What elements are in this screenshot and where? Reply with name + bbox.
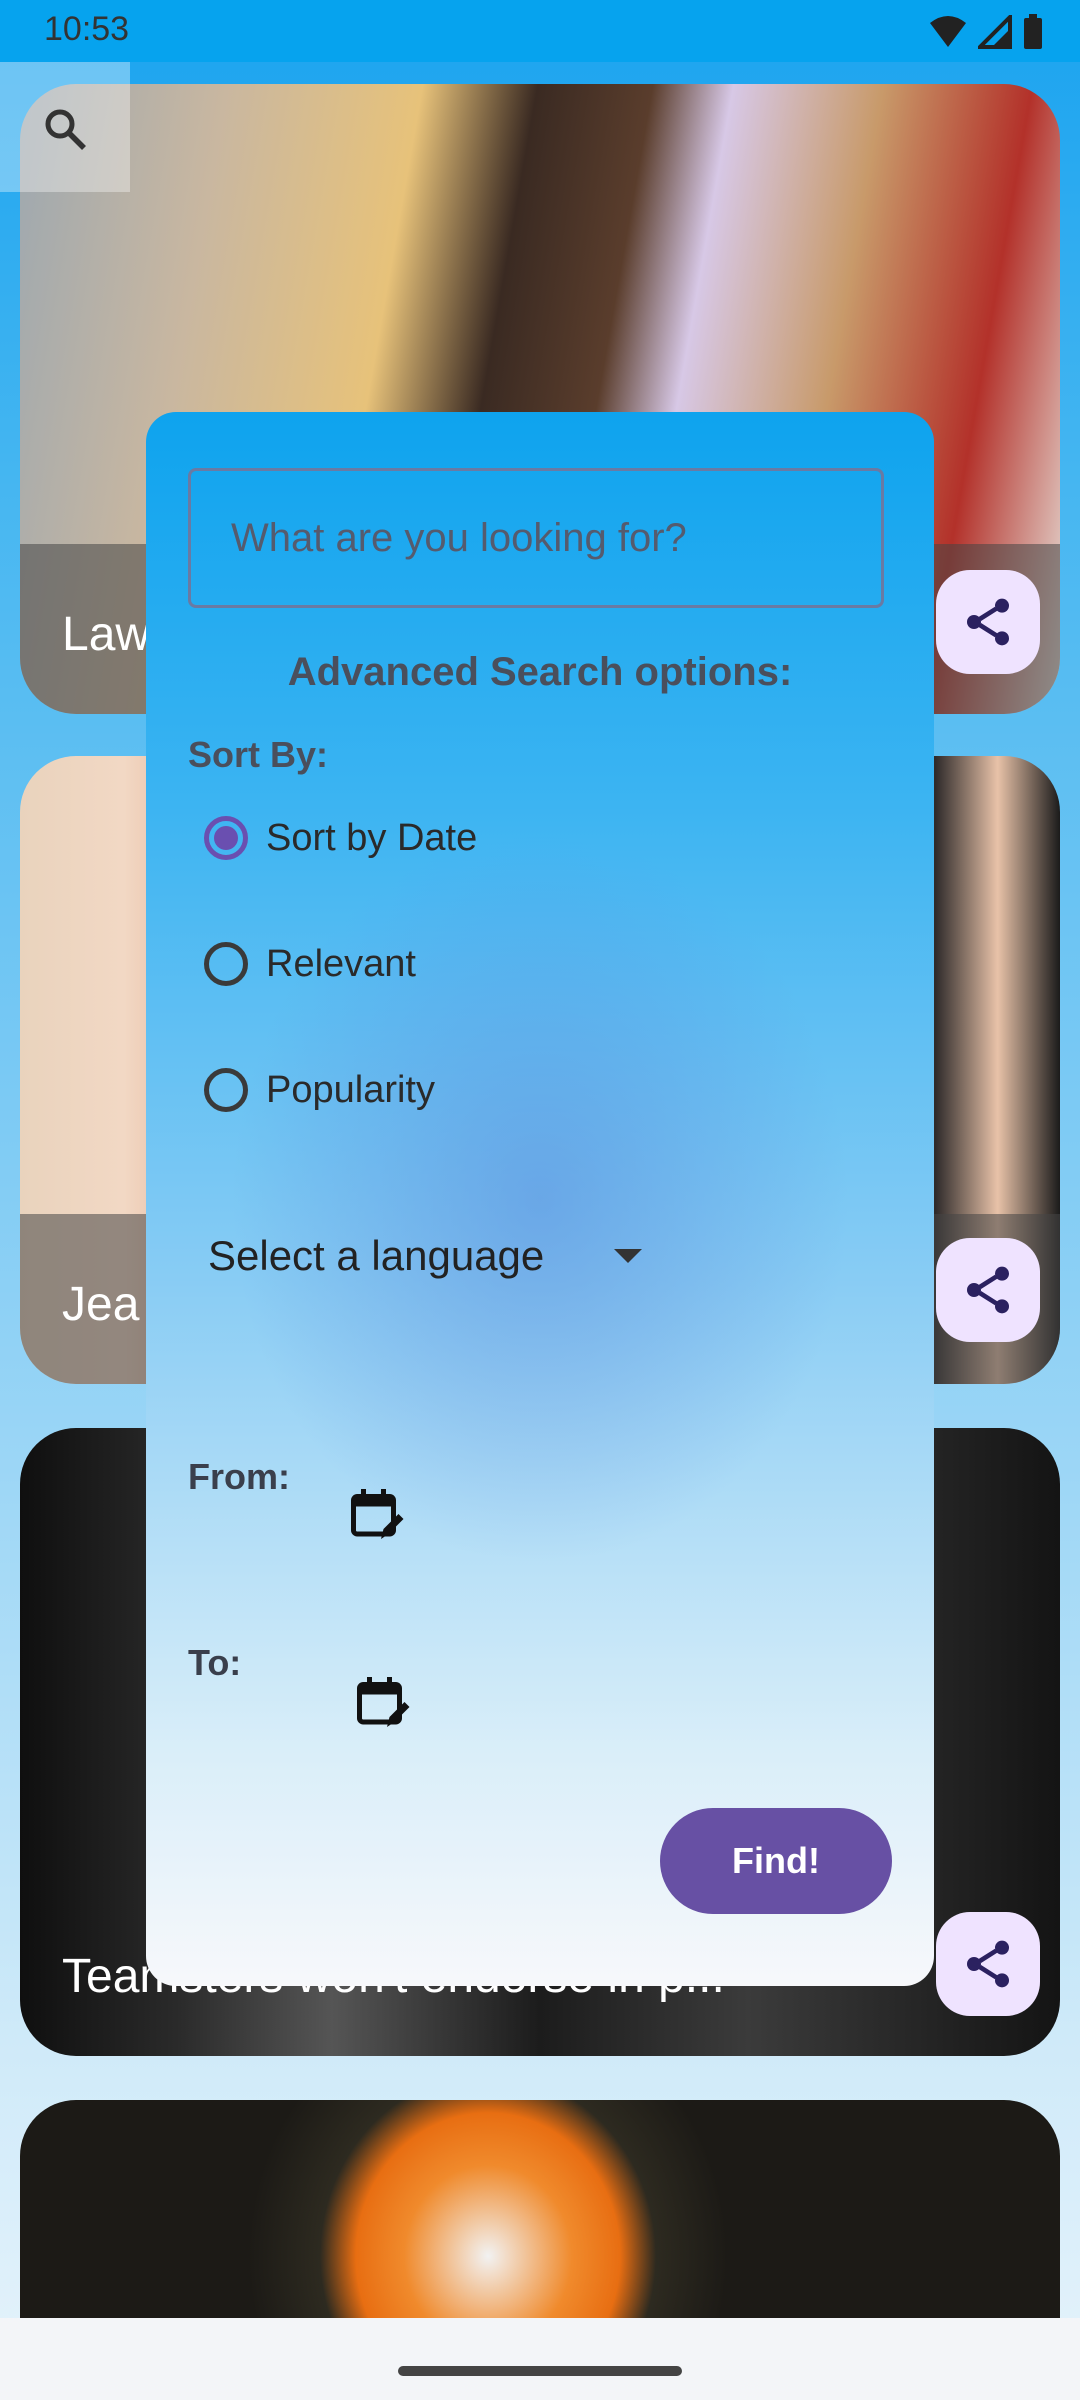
card-title: Jea <box>62 1278 140 1331</box>
radio-label: Relevant <box>266 942 416 985</box>
from-label: From: <box>188 1456 290 1497</box>
share-button[interactable] <box>936 1238 1040 1342</box>
share-icon <box>967 598 1009 646</box>
dropdown-arrow-icon <box>614 1249 643 1263</box>
share-icon <box>967 1940 1009 1988</box>
find-button[interactable]: Find! <box>660 1808 892 1914</box>
share-button[interactable] <box>936 1912 1040 2016</box>
to-label: To: <box>188 1642 242 1683</box>
radio-dot <box>214 826 238 850</box>
radio-label: Popularity <box>266 1068 435 1111</box>
sort-option-relevant[interactable]: Relevant <box>204 942 416 986</box>
radio-button[interactable] <box>204 942 248 986</box>
radio-label: Sort by Date <box>266 816 478 859</box>
language-select-label: Select a language <box>208 1232 545 1279</box>
sort-option-date[interactable]: Sort by Date <box>204 816 477 860</box>
share-button[interactable] <box>936 570 1040 674</box>
wifi-icon <box>930 16 966 47</box>
card-title: Law <box>62 608 151 661</box>
calendar-edit-icon[interactable] <box>346 1484 406 1544</box>
sort-by-label: Sort By: <box>188 734 329 775</box>
status-bar: 10:53 <box>0 0 1080 62</box>
status-icons <box>928 14 1044 50</box>
radio-button[interactable] <box>204 1068 248 1112</box>
dialog-title: Advanced Search options: <box>287 650 793 694</box>
language-select[interactable]: Select a language <box>208 1232 643 1280</box>
search-input[interactable] <box>188 468 884 608</box>
navigation-bar <box>0 2318 1080 2400</box>
calendar-edit-icon[interactable] <box>352 1672 412 1732</box>
signal-icon <box>978 15 1012 49</box>
share-icon <box>967 1266 1009 1314</box>
battery-icon <box>1024 14 1042 49</box>
search-icon[interactable] <box>42 106 90 154</box>
advanced-search-dialog: Advanced Search options: Sort By: Sort b… <box>146 412 934 1986</box>
status-time: 10:53 <box>44 10 130 48</box>
radio-button[interactable] <box>204 816 248 860</box>
home-gesture-handle[interactable] <box>398 2366 682 2376</box>
sort-option-popularity[interactable]: Popularity <box>204 1068 435 1112</box>
